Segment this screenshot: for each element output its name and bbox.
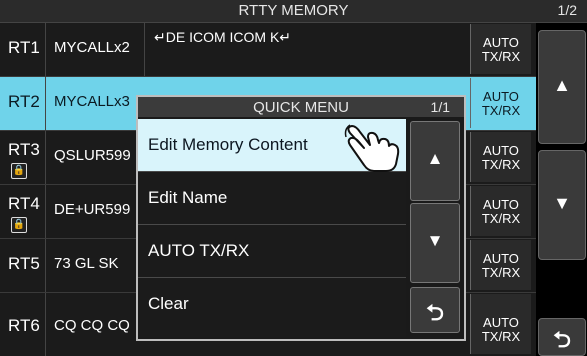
memory-number: RT2 xyxy=(8,92,40,111)
auto-txrx-cell[interactable]: AUTO TX/RX xyxy=(470,24,531,74)
triangle-down-icon: ▼ xyxy=(553,193,571,213)
txrx-label: TX/RX xyxy=(481,211,521,226)
menu-item-label: Clear xyxy=(148,294,189,313)
txrx-label: TX/RX xyxy=(481,157,521,172)
scroll-up-button[interactable]: ▲ xyxy=(538,30,586,144)
menu-back-button[interactable]: ⮌ xyxy=(410,287,460,333)
txrx-label: TX/RX xyxy=(481,49,521,64)
memory-number: RT5 xyxy=(8,254,40,273)
menu-item-label: AUTO TX/RX xyxy=(148,241,250,260)
memory-row-rt1[interactable]: RT1 MYCALLx2 ↵DE ICOM ICOM K↵ AUTO TX/RX xyxy=(0,23,536,77)
menu-item-label: Edit Name xyxy=(148,188,228,207)
return-arrow-icon: ⮌ xyxy=(553,327,571,352)
auto-txrx-cell[interactable]: AUTO TX/RX xyxy=(470,186,531,236)
memory-number: RT6 xyxy=(8,316,40,335)
auto-txrx-cell[interactable]: AUTO TX/RX xyxy=(470,132,531,182)
memory-number: RT3 xyxy=(8,140,40,159)
auto-txrx-cell[interactable]: AUTO TX/RX xyxy=(470,78,531,128)
quick-menu-page: 1/1 xyxy=(430,99,450,115)
scroll-down-button[interactable]: ▼ xyxy=(538,150,586,260)
memory-name: MYCALLx3 xyxy=(54,93,130,110)
lock-icon: 🔒 xyxy=(11,217,27,233)
auto-label: AUTO xyxy=(483,89,519,104)
auto-label: AUTO xyxy=(483,315,519,330)
page-indicator: 1/2 xyxy=(557,2,577,18)
triangle-down-icon: ▼ xyxy=(426,231,444,250)
menu-item-label: Edit Memory Content xyxy=(148,135,308,154)
menu-item-auto-txrx[interactable]: AUTO TX/RX xyxy=(138,225,406,278)
auto-txrx-cell[interactable]: AUTO TX/RX xyxy=(470,240,531,290)
quick-menu-title-bar: QUICK MENU 1/1 xyxy=(138,97,464,117)
menu-item-edit-memory-content[interactable]: Edit Memory Content xyxy=(138,119,406,172)
memory-number: RT4 xyxy=(8,194,40,213)
return-arrow-icon: ⮌ xyxy=(426,300,444,325)
auto-label: AUTO xyxy=(483,35,519,50)
memory-name: MYCALLx2 xyxy=(54,39,130,56)
txrx-label: TX/RX xyxy=(481,103,521,118)
auto-label: AUTO xyxy=(483,251,519,266)
memory-content: ↵DE ICOM ICOM K↵ xyxy=(154,29,292,45)
memory-name: QSLUR599 xyxy=(54,147,131,164)
menu-scroll-down-button[interactable]: ▼ xyxy=(410,203,460,283)
triangle-up-icon: ▲ xyxy=(426,149,444,168)
touch-hand-icon xyxy=(344,124,400,172)
txrx-label: TX/RX xyxy=(481,265,521,280)
title-bar: RTTY MEMORY 1/2 xyxy=(0,0,587,23)
screen-title: RTTY MEMORY xyxy=(238,2,349,19)
memory-name: 73 GL SK xyxy=(54,255,119,272)
menu-item-edit-name[interactable]: Edit Name xyxy=(138,172,406,225)
rtty-memory-screen: RTTY MEMORY 1/2 RT1 MYCALLx2 ↵DE ICOM IC… xyxy=(0,0,587,356)
auto-txrx-cell[interactable]: AUTO TX/RX xyxy=(470,294,531,354)
lock-icon: 🔒 xyxy=(11,163,27,179)
auto-label: AUTO xyxy=(483,143,519,158)
back-button[interactable]: ⮌ xyxy=(538,318,586,356)
quick-menu-dialog: QUICK MENU 1/1 Edit Memory Content Edit … xyxy=(136,95,466,341)
menu-scroll-up-button[interactable]: ▲ xyxy=(410,121,460,201)
menu-item-clear[interactable]: Clear xyxy=(138,278,406,337)
memory-name: CQ CQ CQ xyxy=(54,317,130,334)
quick-menu-title: QUICK MENU xyxy=(253,99,349,116)
triangle-up-icon: ▲ xyxy=(553,75,571,95)
txrx-label: TX/RX xyxy=(481,329,521,344)
memory-name: DE+UR599 xyxy=(54,201,131,218)
auto-label: AUTO xyxy=(483,197,519,212)
memory-number: RT1 xyxy=(8,38,40,57)
